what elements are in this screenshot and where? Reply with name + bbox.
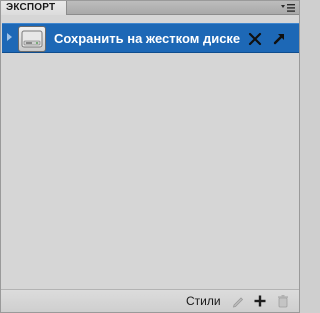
bottom-toolbar: Стили (1, 289, 299, 312)
panel-menu-icon[interactable] (280, 2, 296, 14)
expand-arrow-icon[interactable] (7, 33, 12, 41)
trash-icon[interactable] (276, 294, 290, 308)
panel-tab-strip: ЭКСПОРТ (1, 1, 299, 15)
preset-list-area (2, 54, 299, 289)
export-panel: ЭКСПОРТ Сохранить на жестком диске Стили (0, 0, 300, 313)
close-icon[interactable] (248, 32, 262, 46)
preset-label: Сохранить на жестком диске (54, 31, 241, 46)
tab-export-label: ЭКСПОРТ (6, 2, 56, 13)
preset-row-save-to-disk[interactable]: Сохранить на жестком диске (2, 23, 299, 53)
hard-drive-icon (18, 26, 46, 52)
tab-export[interactable]: ЭКСПОРТ (1, 1, 67, 15)
plus-icon[interactable] (253, 294, 267, 308)
pencil-icon[interactable] (231, 294, 245, 308)
styles-label: Стили (186, 294, 221, 308)
export-arrow-icon[interactable] (272, 31, 287, 46)
